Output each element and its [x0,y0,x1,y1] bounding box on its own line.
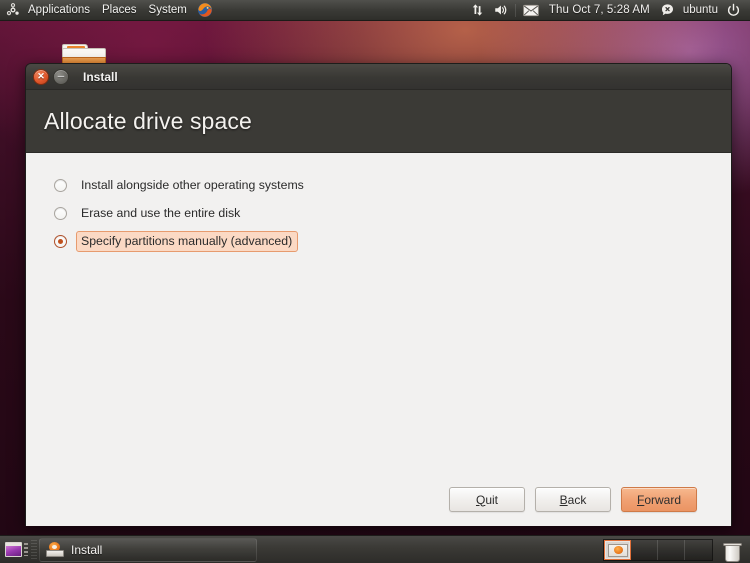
close-glyph: ✕ [37,71,45,81]
ubuntu-logo-icon[interactable] [0,3,22,17]
show-desktop-window-shape [4,542,22,557]
window-list: Install [39,537,603,562]
workspace-window-icon [613,546,623,554]
close-x-icon[interactable]: ✕ [33,68,49,85]
installer-disk-icon [46,541,64,558]
workspace-2[interactable] [631,539,658,560]
radio-erase-entire-disk[interactable]: Erase and use the entire disk [44,202,713,224]
back-label-rest: ack [567,492,587,507]
chat-status-icon[interactable] [656,0,679,20]
show-desktop-lines-shape [23,543,28,556]
panel-drag-handle[interactable] [31,539,37,560]
minimize-dash-icon[interactable]: ─ [53,68,69,85]
taskbar-item-label: Install [71,542,103,557]
workspace-1[interactable] [604,539,631,560]
top-panel-indicator-area: Thu Oct 7, 5:28 AM ubuntu [466,0,750,20]
radio-erase-entire-disk-label: Erase and use the entire disk [81,205,241,220]
forward-button[interactable]: Forward [621,487,697,512]
radio-circle-selected-icon [54,234,67,248]
trash-can-icon[interactable] [719,538,746,562]
taskbar-item-install[interactable]: Install [39,537,257,562]
minimize-glyph: ─ [57,71,65,81]
install-window: ✕ ─ Install Allocate drive space Install… [25,63,732,526]
forward-mnemonic: F [636,492,645,507]
window-titlebar[interactable]: ✕ ─ Install [26,64,731,90]
radio-circle-icon [54,206,67,220]
page-title: Allocate drive space [44,107,252,134]
radio-circle-icon [54,178,67,192]
workspace-switcher[interactable] [603,538,713,561]
show-desktop-icon[interactable] [3,539,29,561]
dialog-header: Allocate drive space [26,90,731,153]
workspace-window-preview [608,543,628,557]
bottom-panel: Install [0,535,750,563]
back-mnemonic: B [559,492,568,507]
radio-specify-partitions-manually[interactable]: Specify partitions manually (advanced) [44,230,713,252]
power-button-icon[interactable] [722,0,745,20]
menu-places[interactable]: Places [96,0,143,20]
network-transfer-icon[interactable] [466,0,489,20]
dialog-footer: Quit Back Forward [44,487,713,526]
envelope-mail-icon[interactable] [519,0,543,20]
firefox-icon[interactable] [193,0,217,20]
menu-system[interactable]: System [143,0,193,20]
menu-applications[interactable]: Applications [22,0,96,20]
drive-space-options-group: Install alongside other operating system… [44,174,713,258]
clock-indicator[interactable]: Thu Oct 7, 5:28 AM [543,0,656,20]
top-panel: Applications Places System Thu Oct 7, 5:… [0,0,750,21]
forward-label-rest: orward [644,492,682,507]
desktop-screen: Applications Places System Thu Oct 7, 5:… [0,0,750,563]
volume-speaker-icon[interactable] [489,0,512,20]
top-panel-left-section: Applications Places System [0,0,217,20]
quit-button[interactable]: Quit [449,487,525,512]
trash-lid-shape [723,542,742,546]
quit-label-rest: uit [485,492,499,507]
panel-separator [514,3,516,17]
back-button[interactable]: Back [535,487,611,512]
radio-install-alongside-label: Install alongside other operating system… [81,177,304,192]
radio-specify-partitions-manually-label: Specify partitions manually (advanced) [76,230,299,252]
workspace-3[interactable] [658,539,685,560]
trash-shape-wrap [723,542,742,562]
dialog-body: Install alongside other operating system… [26,153,731,526]
radio-install-alongside[interactable]: Install alongside other operating system… [44,174,713,196]
trash-body-shape [725,544,740,562]
username-indicator[interactable]: ubuntu [679,0,722,20]
installer-disk-shape [46,549,64,557]
window-title: Install [83,69,118,84]
quit-mnemonic: Q [475,492,486,507]
workspace-4[interactable] [685,539,712,560]
